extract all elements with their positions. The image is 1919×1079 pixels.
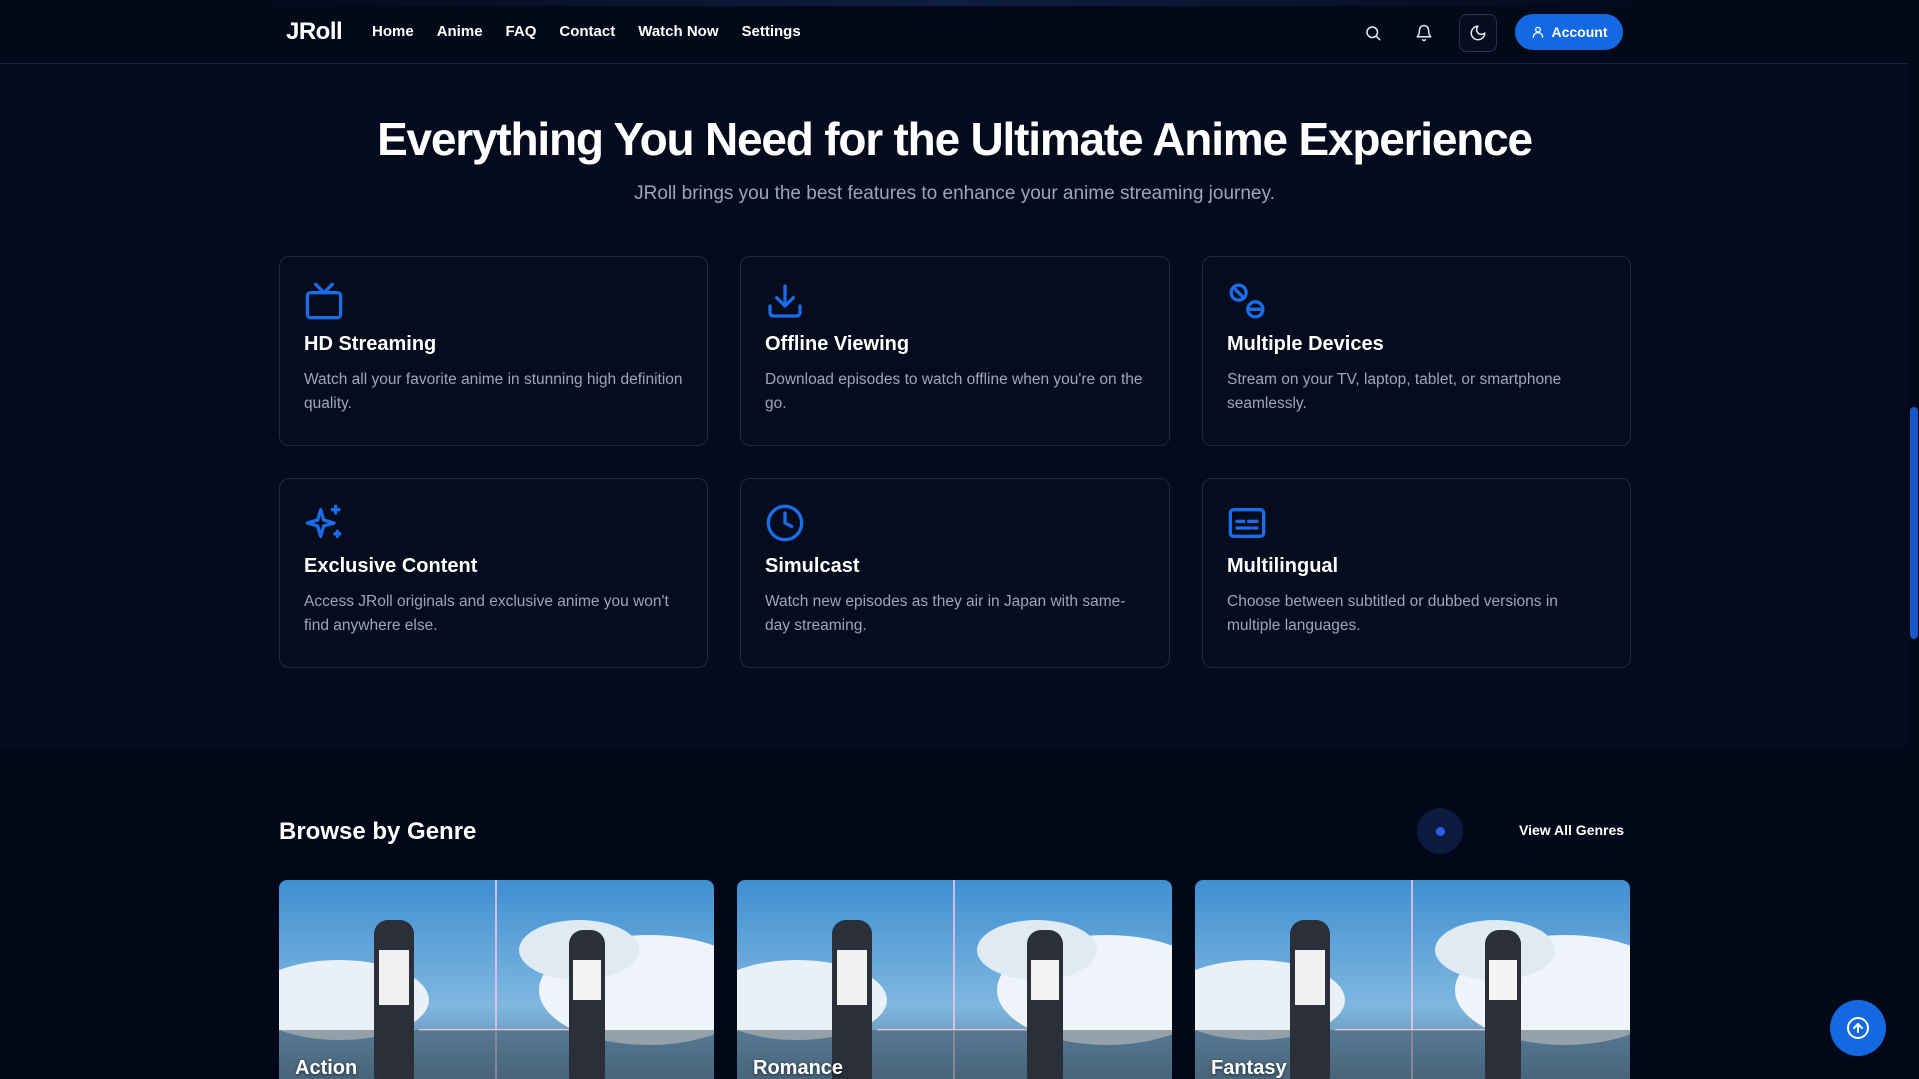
feature-card-hd-streaming: HD Streaming Watch all your favorite ani… [279,256,708,446]
genre-card-list: Action Romance Fantasy [279,880,1630,1079]
feature-title: Offline Viewing [765,333,910,355]
nav-settings[interactable]: Settings [742,22,801,42]
theme-toggle-button[interactable] [1459,14,1497,52]
genre-name: Romance [753,1057,844,1079]
devices-icon [1229,283,1265,319]
feature-title: Exclusive Content [304,555,478,577]
genre-section-title: Browse by Genre [279,818,477,845]
notifications-button[interactable] [1405,14,1443,52]
feature-title: Multilingual [1227,555,1339,577]
nav-watch-now[interactable]: Watch Now [638,22,718,42]
clock-icon [766,504,804,542]
genre-name: Action [295,1057,358,1079]
nav-anime[interactable]: Anime [437,22,483,42]
feature-description: Download episodes to watch offline when … [765,371,1143,412]
feature-card-exclusive-content: Exclusive Content Access JRoll originals… [279,478,708,668]
feature-description: Stream on your TV, laptop, tablet, or sm… [1227,371,1562,412]
genre-artwork [279,880,714,1079]
feature-card-multiple-devices: Multiple Devices Stream on your TV, lapt… [1202,256,1631,446]
loading-indicator [1417,808,1463,854]
account-label: Account [1551,24,1608,40]
genre-name: Fantasy [1211,1057,1287,1079]
sparkles-icon [305,504,342,538]
nav-home[interactable]: Home [372,22,414,42]
feature-card-simulcast: Simulcast Watch new episodes as they air… [740,478,1170,668]
feature-card-offline-viewing: Offline Viewing Download episodes to wat… [740,256,1170,446]
features-grid: HD Streaming Watch all your favorite ani… [279,256,1631,668]
feature-title: HD Streaming [304,333,437,355]
search-icon [1366,26,1381,41]
genre-artwork [737,880,1172,1079]
account-button[interactable]: Account [1515,14,1623,50]
scroll-to-top-button[interactable] [1830,1000,1886,1056]
genre-artwork [1195,880,1630,1079]
feature-description: Access JRoll originals and exclusive ani… [304,593,669,634]
user-icon [1532,26,1543,38]
moon-icon [1470,25,1486,41]
header-glow [260,0,1640,6]
nav-contact[interactable]: Contact [559,22,615,42]
tv-icon [305,282,343,320]
feature-description: Watch all your favorite anime in stunnin… [304,371,683,412]
nav-faq[interactable]: FAQ [506,22,537,42]
page-subtitle: JRoll brings you the best features to en… [634,183,1275,204]
top-navbar: JRoll Home Anime FAQ Contact Watch Now S… [0,0,1909,64]
arrow-up-circle-icon [1847,1017,1869,1039]
download-icon [768,284,802,318]
subtitles-icon [1228,508,1266,538]
search-button[interactable] [1354,14,1392,52]
genre-card-action[interactable]: Action [279,880,714,1079]
logo[interactable]: JRoll [286,18,343,46]
bell-icon [1416,24,1432,42]
feature-description: Watch new episodes as they air in Japan … [765,593,1126,634]
scrollbar-thumb[interactable] [1910,407,1918,639]
view-all-genres-link[interactable]: View All Genres [1519,822,1624,838]
feature-description: Choose between subtitled or dubbed versi… [1227,593,1558,634]
page-title: Everything You Need for the Ultimate Ani… [377,113,1533,165]
feature-title: Multiple Devices [1227,333,1384,355]
feature-title: Simulcast [765,555,860,577]
genre-card-fantasy[interactable]: Fantasy [1195,880,1630,1079]
main-nav: Home Anime FAQ Contact Watch Now Setting… [372,22,801,42]
genre-card-romance[interactable]: Romance [737,880,1172,1079]
feature-card-multilingual: Multilingual Choose between subtitled or… [1202,478,1631,668]
